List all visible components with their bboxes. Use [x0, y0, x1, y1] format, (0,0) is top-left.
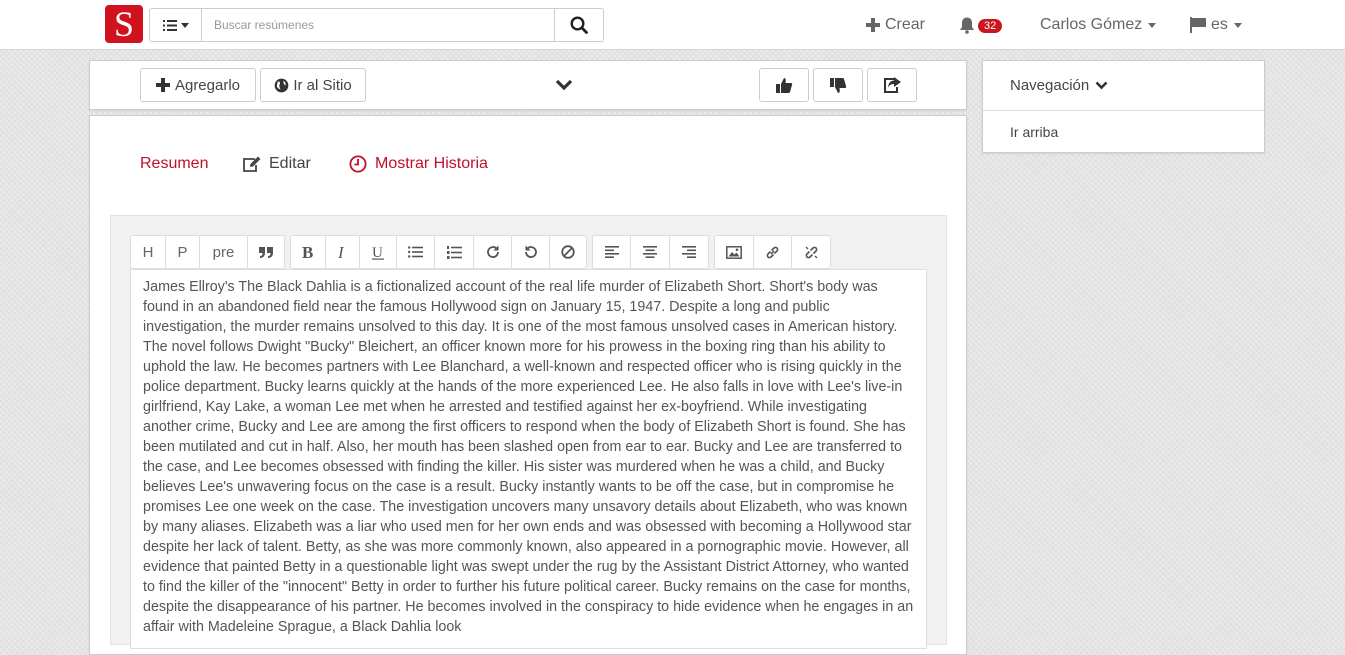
- notification-count-badge: 32: [978, 19, 1003, 33]
- clock-icon: [349, 155, 367, 173]
- bullet-list-button[interactable]: [397, 236, 435, 268]
- dislike-button[interactable]: [813, 68, 863, 102]
- bullet-list-icon: [408, 246, 423, 258]
- bold-icon: B: [302, 245, 313, 259]
- plus-icon: [866, 18, 880, 32]
- tab-history-label: Mostrar Historia: [375, 155, 488, 172]
- tab-edit-label: Editar: [269, 155, 311, 172]
- flag-icon: [1190, 17, 1206, 33]
- tab-summary-label: Resumen: [140, 155, 209, 172]
- chevron-down-icon: [1148, 22, 1157, 28]
- svg-text:I: I: [338, 245, 345, 259]
- thumbs-up-icon: [776, 77, 793, 93]
- undo-icon: [524, 245, 537, 258]
- navigation-title: Navegación: [1010, 77, 1090, 94]
- svg-text:U: U: [372, 245, 383, 260]
- align-center-button[interactable]: [631, 236, 670, 268]
- notifications-button[interactable]: 32: [958, 0, 1003, 50]
- site-logo[interactable]: S: [105, 5, 143, 43]
- svg-text:B: B: [302, 245, 313, 259]
- user-menu[interactable]: Carlos Gómez: [1040, 0, 1157, 50]
- language-menu[interactable]: es: [1189, 0, 1242, 50]
- go-to-top-link[interactable]: Ir arriba: [983, 111, 1264, 153]
- redo-icon: [486, 245, 499, 258]
- chevron-down-icon: [1095, 81, 1108, 90]
- remove-link-button[interactable]: [792, 236, 830, 268]
- go-to-site-label: Ir al Sitio: [293, 76, 352, 94]
- align-left-button[interactable]: [593, 236, 631, 268]
- navigation-panel: Navegación Ir arriba: [982, 60, 1265, 153]
- quote-button[interactable]: [248, 236, 284, 268]
- insert-image-button[interactable]: [715, 236, 754, 268]
- numbered-list-icon: [446, 245, 462, 259]
- undo-button[interactable]: [512, 236, 550, 268]
- bold-button[interactable]: B: [291, 236, 326, 268]
- go-to-site-button[interactable]: Ir al Sitio: [260, 68, 366, 102]
- share-button[interactable]: [867, 68, 917, 102]
- chevron-down-icon: [1233, 22, 1242, 28]
- heading-button[interactable]: H: [131, 236, 166, 268]
- add-button[interactable]: Agregarlo: [140, 68, 256, 102]
- clear-icon: [561, 245, 575, 259]
- create-label: Crear: [885, 16, 926, 33]
- search-category-dropdown[interactable]: [150, 9, 202, 41]
- unlink-icon: [805, 246, 817, 258]
- numbered-list-button[interactable]: [435, 236, 474, 268]
- summary-text-editor[interactable]: James Ellroy's The Black Dahlia is a fic…: [130, 269, 927, 649]
- create-button[interactable]: Crear: [866, 0, 925, 50]
- insert-link-button[interactable]: [754, 236, 792, 268]
- top-navbar: S Crear 32 Carlos: [0, 0, 1345, 50]
- align-toolbar-group: [592, 235, 709, 269]
- search-icon: [570, 16, 588, 34]
- search-group: [149, 8, 604, 42]
- tab-summary[interactable]: Resumen: [140, 155, 208, 173]
- bell-icon: [960, 17, 974, 34]
- pencil-icon: [243, 156, 261, 172]
- language-code: es: [1211, 16, 1228, 33]
- redo-button[interactable]: [474, 236, 512, 268]
- format-toolbar-group: H P pre: [130, 235, 285, 269]
- expand-toggle[interactable]: [555, 78, 573, 96]
- style-toolbar-group: B I U: [290, 235, 587, 269]
- tab-history[interactable]: Mostrar Historia: [349, 155, 488, 173]
- like-button[interactable]: [759, 68, 809, 102]
- italic-icon: I: [338, 245, 345, 259]
- globe-icon: [274, 78, 289, 92]
- chevron-down-icon: [180, 22, 189, 28]
- share-icon: [884, 76, 901, 93]
- align-right-button[interactable]: [670, 236, 708, 268]
- search-button[interactable]: [554, 9, 603, 41]
- align-right-icon: [682, 246, 696, 258]
- chevron-down-icon: [555, 79, 573, 91]
- insert-toolbar-group: [714, 235, 831, 269]
- image-icon: [726, 245, 742, 259]
- thumbs-down-icon: [830, 77, 847, 93]
- italic-button[interactable]: I: [326, 236, 360, 268]
- add-label: Agregarlo: [174, 76, 241, 94]
- tab-edit[interactable]: Editar: [242, 155, 311, 173]
- plus-icon: [155, 78, 170, 92]
- paragraph-button[interactable]: P: [166, 236, 200, 268]
- quote-icon: [259, 246, 273, 258]
- preformatted-button[interactable]: pre: [200, 236, 248, 268]
- align-left-icon: [604, 246, 619, 258]
- user-name: Carlos Gómez: [1040, 16, 1143, 33]
- link-icon: [766, 246, 779, 258]
- align-center-icon: [643, 246, 657, 258]
- underline-icon: U: [371, 245, 384, 260]
- underline-button[interactable]: U: [360, 236, 397, 268]
- list-icon: [162, 19, 177, 31]
- clear-format-button[interactable]: [550, 236, 586, 268]
- search-input[interactable]: [202, 9, 554, 41]
- navigation-toggle[interactable]: Navegación: [983, 61, 1264, 111]
